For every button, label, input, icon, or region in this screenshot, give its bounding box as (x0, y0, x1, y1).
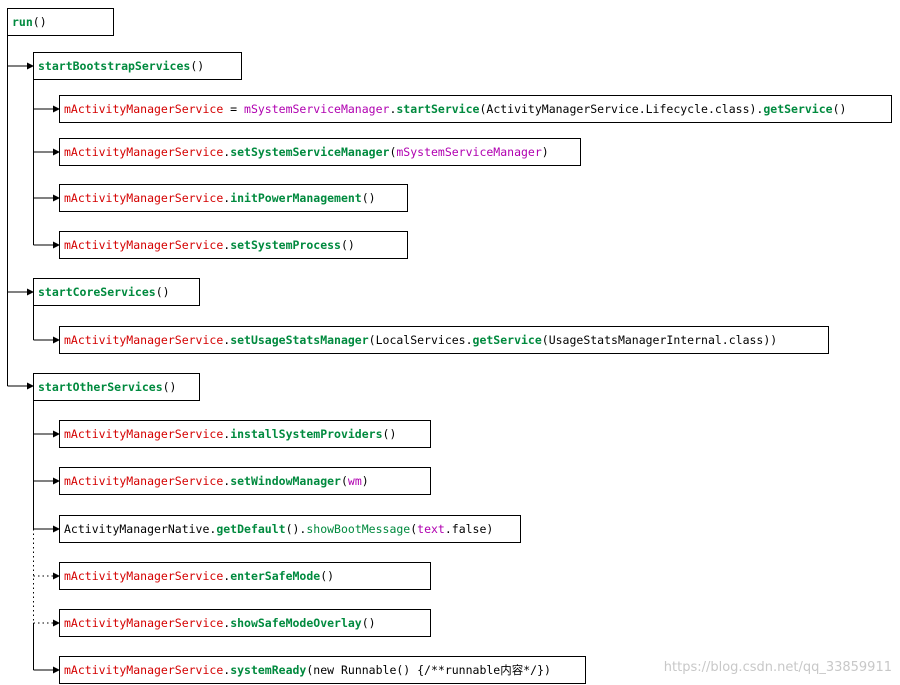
code-token: ( (340, 474, 348, 488)
node-bootstrap-start-service: mActivityManagerService = mSystemService… (59, 95, 892, 123)
node-other-system-ready: mActivityManagerService.systemReady(new … (59, 656, 586, 684)
code-token: (UsageStatsManagerInternal.class)) (541, 333, 778, 347)
node-other-set-window-manager: mActivityManagerService.setWindowManager… (59, 467, 431, 495)
code-token: ) (361, 474, 369, 488)
code-token: mSystemServiceManager (396, 145, 542, 159)
code-token: () (361, 616, 376, 630)
call-tree-diagram: run() startBootstrapServices() mActivity… (0, 0, 900, 685)
node-start-bootstrap-services: startBootstrapServices() (33, 52, 242, 80)
code-token: installSystemProviders (230, 427, 383, 441)
code-token: getDefault (216, 522, 286, 536)
code-token: wm (347, 474, 362, 488)
code-token: text (417, 522, 445, 536)
code-token: () (162, 380, 177, 394)
node-other-show-boot-message: ActivityManagerNative.getDefault().showB… (59, 515, 521, 543)
code-token: getService (763, 102, 833, 116)
code-token: () (155, 285, 170, 299)
code-token: (new Runnable() {/**runnable内容*/}) (306, 663, 551, 677)
code-token: mActivityManagerService (64, 191, 224, 205)
node-start-core-services: startCoreServices() (33, 278, 200, 306)
code-token: ActivityManagerNative. (64, 522, 217, 536)
code-token: setWindowManager (230, 474, 341, 488)
code-token: mActivityManagerService (64, 616, 224, 630)
node-bootstrap-set-system-service-manager: mActivityManagerService.setSystemService… (59, 138, 581, 166)
code-token: (LocalServices. (368, 333, 473, 347)
code-token: () (382, 427, 397, 441)
code-token: () (320, 569, 335, 583)
watermark: https://blog.csdn.net/qq_33859911 (663, 660, 892, 675)
node-bootstrap-init-power-management: mActivityManagerService.initPowerManagem… (59, 184, 408, 212)
code-token: run (12, 15, 33, 29)
code-token: () (832, 102, 847, 116)
node-other-install-system-providers: mActivityManagerService.installSystemPro… (59, 420, 431, 448)
code-token: ) (541, 145, 549, 159)
code-token: startBootstrapServices (38, 59, 191, 73)
code-token: mSystemServiceManager (244, 102, 390, 116)
node-run: run() (7, 8, 114, 36)
node-start-other-services: startOtherServices() (33, 373, 200, 401)
code-token: mActivityManagerService (64, 145, 224, 159)
code-token: setSystemProcess (230, 238, 341, 252)
node-bootstrap-set-system-process: mActivityManagerService.setSystemProcess… (59, 231, 408, 259)
node-core-set-usage-stats-manager: mActivityManagerService.setUsageStatsMan… (59, 326, 829, 354)
code-token: showSafeModeOverlay (230, 616, 362, 630)
code-token: systemReady (230, 663, 307, 677)
code-token: () (361, 191, 376, 205)
code-token: mActivityManagerService (64, 238, 224, 252)
code-token: startOtherServices (38, 380, 163, 394)
node-other-show-safe-mode-overlay: mActivityManagerService.showSafeModeOver… (59, 609, 431, 637)
code-token: (). (285, 522, 307, 536)
code-token: setUsageStatsManager (230, 333, 369, 347)
code-token: enterSafeMode (230, 569, 321, 583)
code-token: mActivityManagerService (64, 333, 224, 347)
code-token: (ActivityManagerService.Lifecycle.class)… (479, 102, 764, 116)
code-token: showBootMessage (306, 522, 411, 536)
code-token: mActivityManagerService (64, 474, 224, 488)
code-token: getService (472, 333, 542, 347)
code-token: mActivityManagerService (64, 427, 224, 441)
code-token: () (32, 15, 47, 29)
code-token: () (190, 59, 205, 73)
code-token: () (340, 238, 355, 252)
code-token: startCoreServices (38, 285, 156, 299)
code-token: startService (396, 102, 480, 116)
code-token: .false) (444, 522, 494, 536)
code-token: mActivityManagerService (64, 569, 224, 583)
code-token: mActivityManagerService (64, 663, 224, 677)
node-other-enter-safe-mode: mActivityManagerService.enterSafeMode() (59, 562, 431, 590)
code-token: initPowerManagement (230, 191, 362, 205)
code-token: = (223, 102, 245, 116)
code-token: mActivityManagerService (64, 102, 224, 116)
code-token: setSystemServiceManager (230, 145, 390, 159)
